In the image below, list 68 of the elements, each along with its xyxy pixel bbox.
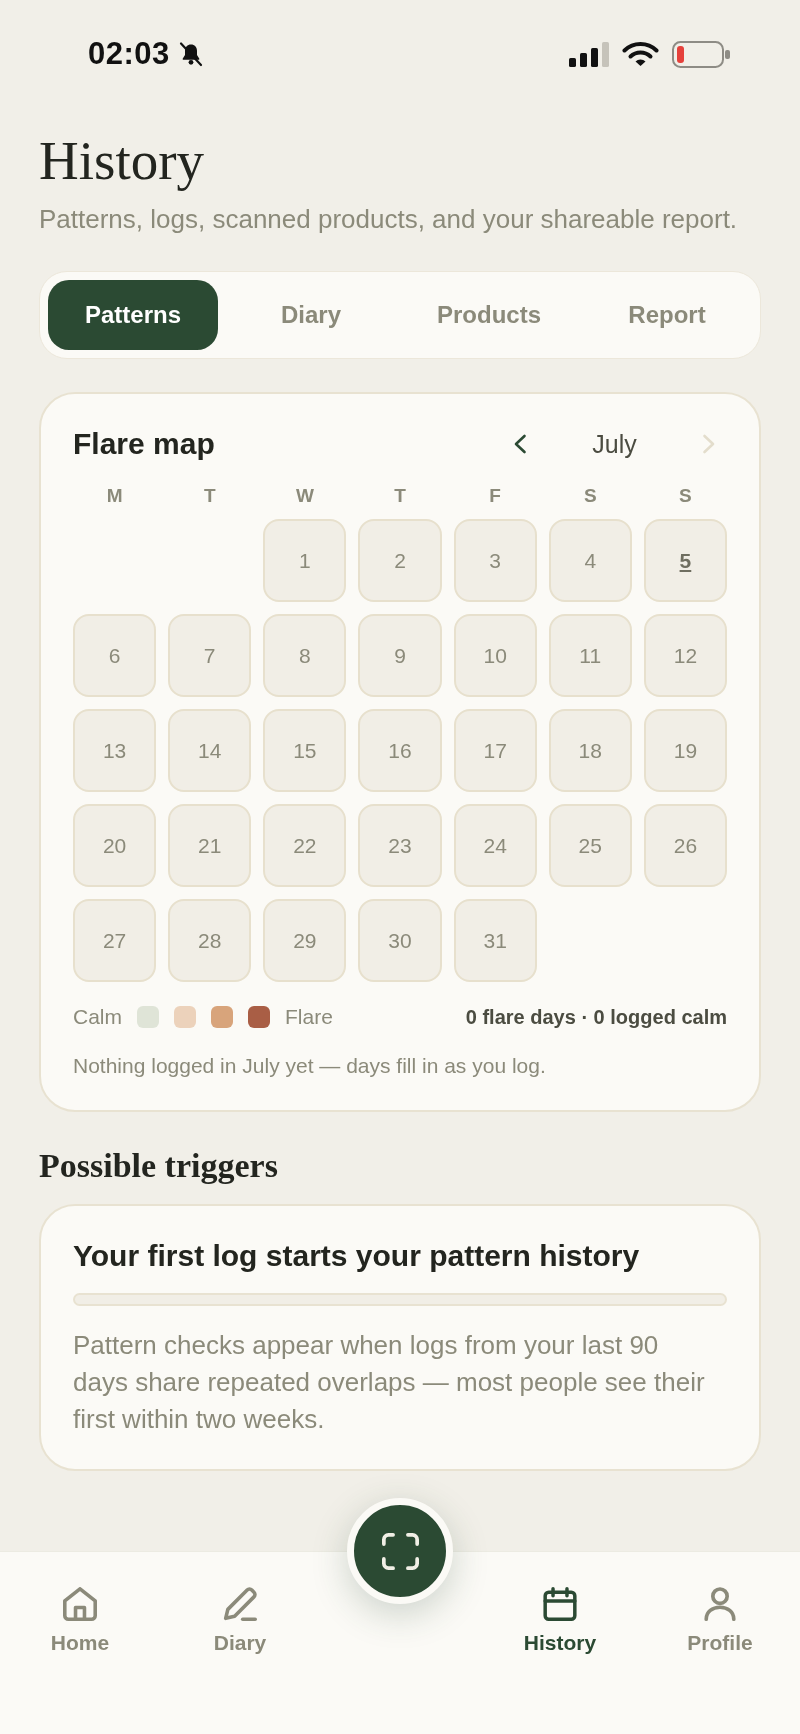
calendar-icon	[543, 1587, 577, 1621]
nav-tab[interactable]: History	[523, 1587, 597, 1656]
day-cell[interactable]: 2	[358, 519, 442, 602]
day-cell[interactable]: 9	[358, 614, 442, 697]
day-cell[interactable]: 25	[548, 804, 632, 887]
bell-slash-icon	[177, 41, 204, 67]
day-cell[interactable]: 30	[358, 899, 442, 982]
section-heading: Possible triggers	[39, 1146, 279, 1186]
day-cell[interactable]: 27	[73, 899, 157, 982]
person-icon	[703, 1587, 737, 1621]
day-cell[interactable]: 23	[358, 804, 442, 887]
day-cell[interactable]: 17	[453, 709, 537, 792]
day-cell[interactable]: 29	[263, 899, 347, 982]
chevron-left-icon[interactable]	[513, 434, 527, 454]
day-cell[interactable]: 18	[548, 709, 632, 792]
card-body: Pattern checks appear when logs from your last 90 days share repeated overlaps — most people see their first within two weeks.	[73, 1329, 706, 1436]
day-cell[interactable]: 3	[453, 519, 537, 602]
pencil-icon	[223, 1587, 257, 1621]
battery-icon	[672, 40, 730, 68]
day-cell[interactable]: 22	[263, 804, 347, 887]
nav-tab[interactable]: Home	[50, 1587, 110, 1656]
day-cell[interactable]: 15	[263, 709, 347, 792]
day-cell[interactable]: 16	[358, 709, 442, 792]
signal-icon	[569, 41, 609, 67]
nav-tab[interactable]: Profile	[687, 1587, 753, 1656]
tab[interactable]: Patterns	[48, 280, 218, 350]
card-title: Flare map	[73, 426, 215, 462]
day-cell[interactable]: 19	[643, 709, 727, 792]
day-cell[interactable]: 26	[643, 804, 727, 887]
page-title: History	[39, 129, 205, 193]
day-cell[interactable]: 11	[548, 614, 632, 697]
card-title: Your first log starts your pattern history	[73, 1238, 641, 1274]
page-subtitle: Patterns, logs, scanned products, and your shareable report.	[39, 203, 739, 236]
day-cell[interactable]: 10	[453, 614, 537, 697]
day-cell[interactable]: 5	[643, 519, 727, 602]
day-cell[interactable]: 7	[168, 614, 252, 697]
legend-label: Calm	[73, 1004, 122, 1030]
day-cell[interactable]: 14	[168, 709, 252, 792]
wifi-icon	[622, 41, 659, 67]
weekday-label: S	[678, 484, 693, 508]
day-cell[interactable]: 4	[548, 519, 632, 602]
status-time: 02:03	[88, 36, 170, 72]
day-cell[interactable]: 28	[168, 899, 252, 982]
month-label: July	[591, 429, 638, 460]
weekday-label: W	[294, 484, 315, 508]
weekday-label: S	[582, 484, 598, 508]
weekday-label: T	[393, 484, 407, 508]
day-cell[interactable]: 31	[453, 899, 537, 982]
weekday-label: T	[202, 484, 217, 508]
tab[interactable]: Report	[582, 280, 752, 350]
day-cell[interactable]: 6	[73, 614, 157, 697]
weekday-label: M	[105, 484, 124, 508]
tab[interactable]: Diary	[226, 280, 396, 350]
day-cell[interactable]: 13	[73, 709, 157, 792]
day-cell[interactable]: 21	[168, 804, 252, 887]
scan-icon	[381, 1532, 419, 1570]
day-cell[interactable]: 1	[263, 519, 347, 602]
day-cell[interactable]: 12	[643, 614, 727, 697]
day-cell[interactable]: 20	[73, 804, 157, 887]
day-cell[interactable]: 24	[453, 804, 537, 887]
day-cell[interactable]: 8	[263, 614, 347, 697]
home-icon	[63, 1587, 97, 1621]
empty-note: Nothing logged in July yet — days fill in as you log.	[73, 1053, 547, 1079]
weekday-label: F	[488, 484, 502, 508]
nav-tab[interactable]: Diary	[213, 1587, 267, 1656]
legend-label: Flare	[285, 1004, 333, 1030]
summary-text: 0 flare days · 0 logged calm	[465, 1005, 727, 1030]
tab[interactable]: Products	[404, 280, 574, 350]
